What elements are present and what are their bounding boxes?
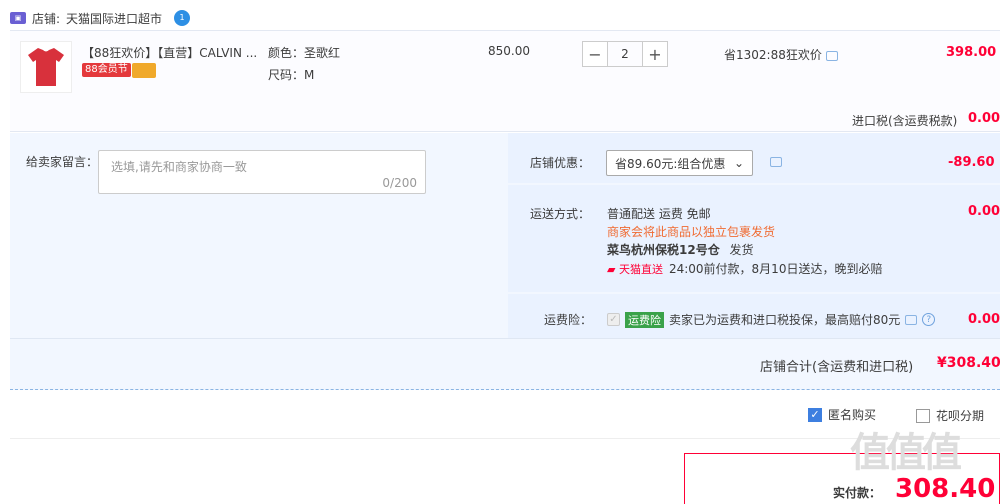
divider [10, 338, 1000, 339]
product-title[interactable]: 【88狂欢价】【直营】CALVIN ... [82, 44, 257, 61]
watermark: 值值值 [850, 430, 962, 476]
store-total: ¥308.40 [937, 355, 1000, 371]
import-tax-label: 进口税(含运费税款) [852, 114, 958, 128]
sku-size: 尺码：M [268, 68, 315, 82]
insurance-info: ✓ 运费险 卖家已为运费和进口税投保，最高赔付80元 ? [607, 311, 936, 328]
shipping-notice: 商家会将此商品以独立包裹发货 [607, 225, 776, 239]
payment-value: 308.40 [895, 474, 996, 504]
warehouse-name: 菜鸟杭州保税12号仓 [607, 243, 720, 257]
store-label: 店铺: [32, 11, 61, 26]
insurance-badge: 运费险 [625, 311, 664, 328]
store-total-label: 店铺合计(含运费和进口税) [760, 360, 914, 375]
store-name[interactable]: 天猫国际进口超市 [66, 10, 162, 27]
message-counter: 0/200 [382, 176, 417, 190]
import-tax-row: 进口税(含运费税款) 0.00 [10, 100, 1000, 132]
store-discount-value: -89.60 [948, 155, 995, 170]
payment-label: 实付款： [833, 486, 882, 500]
chat-icon[interactable] [825, 50, 838, 61]
store-discount-label: 店铺优惠： [530, 156, 591, 170]
unit-price: 850.00 [488, 44, 530, 58]
shipping-eta: ▰ 天猫直送 24:00前付款，8月10日送达，晚到必赔 [607, 260, 882, 277]
insurance-checkbox: ✓ [607, 313, 620, 326]
member-festival-badge: 88会员节 [82, 63, 131, 77]
store-total-value: 308.40 [946, 355, 1000, 371]
increase-button[interactable]: + [642, 41, 668, 67]
insurance-label: 运费险： [544, 313, 593, 327]
message-placeholder: 选填,请先和商家协商一致 [111, 160, 247, 174]
seller-message-field[interactable]: 选填,请先和商家协商一致 0/200 [98, 150, 426, 194]
ship-word: 发货 [729, 243, 754, 257]
item-subtotal: 398.00 [946, 45, 997, 60]
discount-note-text: 省1302:88狂欢价 [724, 48, 822, 62]
tmall-direct-text: 天猫直送 [618, 262, 663, 276]
help-icon[interactable]: ? [922, 313, 936, 326]
product-thumbnail[interactable] [20, 41, 72, 93]
tmall-direct-tag: ▰ 天猫直送 [607, 262, 663, 276]
decrease-button[interactable]: − [582, 41, 608, 67]
import-tax-value: 0.00 [968, 111, 1000, 126]
quantity-input[interactable]: 2 [608, 41, 642, 67]
shipping-label: 运送方式： [530, 207, 591, 221]
shipping-warehouse: 菜鸟杭州保税12号仓 发货 [607, 241, 754, 258]
shipping-method: 普通配送 运费 免邮 [607, 207, 711, 221]
message-badge-icon[interactable]: 1 [174, 10, 191, 26]
store-header: ▣ 店铺: 天猫国际进口超市 1 [10, 8, 191, 28]
store-discount-select[interactable]: 省89.60元:组合优惠 ⌄ [606, 150, 753, 176]
store-discount-selected: 省89.60元:组合优惠 [615, 156, 726, 171]
chat-icon[interactable] [770, 157, 782, 167]
currency-symbol: ¥ [937, 355, 947, 371]
message-label: 给卖家留言： [26, 155, 99, 169]
chevron-down-icon: ⌄ [733, 156, 744, 170]
discount-note: 省1302:88狂欢价 [724, 46, 838, 63]
chat-icon[interactable] [905, 314, 918, 325]
quantity-stepper: − 2 + [582, 41, 668, 67]
anonymous-checkbox[interactable]: ✓ [808, 407, 822, 422]
shipping-value: 0.00 [968, 204, 1000, 219]
sku-color: 颜色：圣歌红 [268, 46, 341, 60]
insurance-text: 卖家已为运费和进口税投保，最高赔付80元 [669, 313, 901, 327]
order-details-block: 给卖家留言： 选填,请先和商家协商一致 0/200 店铺优惠： 省89.60元:… [10, 133, 1000, 390]
insurance-value: 0.00 [968, 312, 1000, 327]
shirt-icon [28, 48, 64, 86]
store-icon: ▣ [10, 12, 26, 24]
card-icon [132, 63, 156, 78]
eta-text: 24:00前付款，8月10日送达，晚到必赔 [668, 262, 883, 276]
